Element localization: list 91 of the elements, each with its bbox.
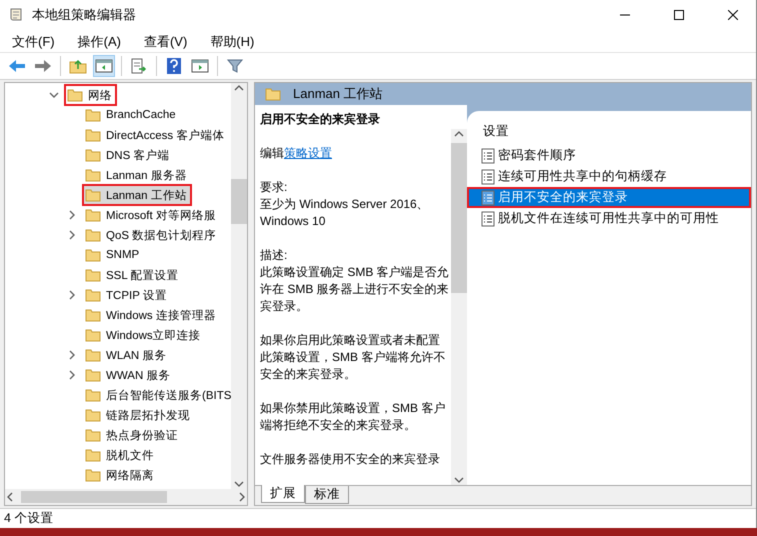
maximize-icon — [674, 10, 684, 20]
tree-item[interactable]: 网络隔离 — [83, 465, 158, 485]
edit-policy-text: 编辑策略设置 — [260, 145, 333, 162]
folder-icon — [85, 148, 101, 162]
scroll-thumb[interactable] — [231, 179, 247, 224]
policy-icon — [481, 148, 495, 164]
folder-icon — [85, 228, 101, 242]
tree-item[interactable]: 网络 — [65, 85, 116, 105]
requirements-label: 要求: — [260, 179, 288, 196]
menu-item[interactable]: 查看(V) — [138, 31, 194, 51]
folder-icon — [85, 248, 101, 262]
scroll-up-icon[interactable] — [234, 83, 244, 93]
tree-item[interactable]: WWAN 服务 — [83, 365, 174, 385]
scroll-down-icon[interactable] — [454, 475, 464, 485]
description-text: 如果你启用此策略设置或者未配置此策略设置，SMB 客户端将允许不安全的来宾登录。 — [260, 332, 446, 383]
tree-item[interactable]: TCPIP 设置 — [83, 285, 171, 305]
view-tab[interactable]: 标准 — [305, 486, 349, 504]
folder-icon — [67, 88, 83, 102]
folder-icon — [85, 448, 101, 462]
pane-title: Lanman 工作站 — [293, 85, 383, 103]
menu-item[interactable]: 操作(A) — [72, 31, 128, 51]
tree-item[interactable]: Windows 连接管理器 — [83, 305, 220, 325]
tree-item[interactable]: Microsoft 对等网络服 — [83, 205, 220, 225]
policy-title: 启用不安全的来宾登录 — [260, 111, 381, 128]
tree-item[interactable]: 链路层拓扑发现 — [83, 405, 194, 425]
setting-item[interactable]: 脱机文件在连续可用性共享中的可用性 — [467, 208, 751, 229]
tree-item[interactable]: Lanman 工作站 — [83, 185, 191, 205]
chevron-icon[interactable] — [49, 90, 59, 100]
column-header: 设置 — [482, 123, 510, 140]
tree-item[interactable]: SNMP — [83, 245, 144, 265]
folder-icon — [85, 468, 101, 482]
folder-icon — [85, 388, 101, 402]
setting-item[interactable]: 启用不安全的来宾登录 — [467, 187, 751, 208]
tree-item[interactable]: 后台智能传送服务(BITS — [83, 385, 231, 405]
setting-item[interactable]: 连续可用性共享中的句柄缓存 — [467, 166, 751, 187]
menu-item[interactable]: 帮助(H) — [204, 31, 262, 51]
tree-item[interactable]: DNS 客户端 — [83, 145, 174, 165]
policy-icon — [481, 210, 495, 226]
description-text: 如果你禁用此策略设置，SMB 客户端将拒绝不安全的来宾登录。 — [260, 400, 446, 434]
tree-item[interactable]: 热点身份验证 — [83, 425, 182, 445]
tree-item[interactable]: Lanman 服务器 — [83, 165, 191, 185]
description-text: 文件服务器使用不安全的来宾登录 — [260, 451, 441, 468]
chevron-icon[interactable] — [67, 230, 77, 240]
scroll-up-icon[interactable] — [454, 129, 464, 139]
folder-icon — [85, 428, 101, 442]
description-text: 此策略设置确定 SMB 客户端是否允许在 SMB 服务器上进行不安全的来宾登录。 — [260, 264, 449, 315]
folder-icon — [85, 408, 101, 422]
folder-icon — [85, 108, 101, 122]
horizontal-scrollbar[interactable] — [5, 489, 247, 505]
status-text: 4 个设置 — [0, 508, 756, 528]
folder-icon — [85, 328, 101, 342]
policy-icon — [481, 190, 495, 206]
folder-icon — [85, 188, 101, 202]
requirements-text: 至少为 Windows Server 2016、Windows 10 — [260, 196, 430, 230]
tree-item[interactable]: Windows立即连接 — [83, 325, 205, 345]
folder-icon — [85, 128, 101, 142]
scroll-app-icon — [8, 7, 24, 23]
tree-item[interactable]: SSL 配置设置 — [83, 265, 183, 285]
window-title: 本地组策略编辑器 — [32, 6, 137, 24]
show-tree-button[interactable] — [93, 55, 115, 77]
folder-icon — [85, 168, 101, 182]
description-label: 描述: — [260, 247, 288, 264]
folder-icon — [85, 268, 101, 282]
vertical-scrollbar[interactable] — [231, 83, 247, 489]
setting-item[interactable]: 密码套件顺序 — [467, 145, 751, 166]
folder-icon — [85, 368, 101, 382]
tree-item[interactable]: WLAN 服务 — [83, 345, 170, 365]
scroll-left-icon[interactable] — [5, 492, 15, 502]
chevron-icon[interactable] — [67, 210, 77, 220]
policy-settings-link[interactable]: 策略设置 — [284, 146, 332, 160]
folder-icon — [85, 208, 101, 222]
tree-item[interactable]: DirectAccess 客户端体 — [83, 125, 228, 145]
tree-item[interactable]: 脱机文件 — [83, 445, 158, 465]
scroll-thumb[interactable] — [451, 143, 467, 293]
folder-icon — [85, 348, 101, 362]
folder-icon — [265, 87, 281, 101]
view-tab[interactable]: 扩展 — [261, 485, 305, 503]
scroll-down-icon[interactable] — [234, 479, 244, 489]
policy-icon — [481, 168, 495, 184]
chevron-icon[interactable] — [67, 370, 77, 380]
chevron-icon[interactable] — [67, 350, 77, 360]
folder-icon — [85, 308, 101, 322]
chevron-icon[interactable] — [67, 290, 77, 300]
tree-item[interactable]: QoS 数据包计划程序 — [83, 225, 220, 245]
folder-icon — [85, 288, 101, 302]
menu-item[interactable]: 文件(F) — [6, 31, 62, 51]
tree-item[interactable]: BranchCache — [83, 105, 180, 125]
close-icon — [728, 10, 738, 20]
vertical-scrollbar[interactable] — [451, 129, 467, 485]
scroll-thumb[interactable] — [21, 491, 167, 503]
scroll-right-icon[interactable] — [237, 492, 247, 502]
